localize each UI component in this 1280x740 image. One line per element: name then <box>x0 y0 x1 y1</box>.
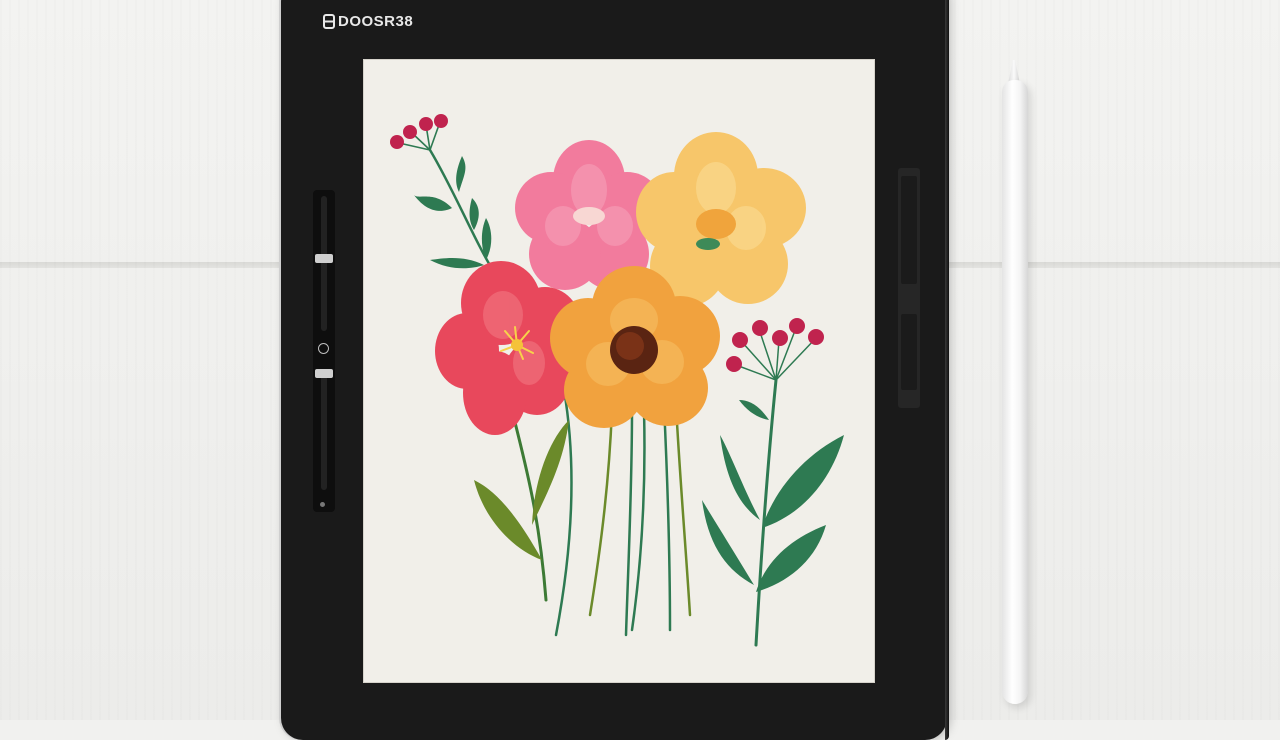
drawing-canvas[interactable] <box>364 60 874 682</box>
stylus-pencil <box>1002 80 1028 704</box>
layers-panel-handle[interactable] <box>898 168 920 408</box>
app-title: DOOSR38 <box>323 13 413 30</box>
app-title-text: DOOSR38 <box>338 13 414 30</box>
flower-artwork <box>390 114 844 647</box>
brush-size-slider[interactable] <box>321 196 327 331</box>
rail-end-dot <box>320 502 325 507</box>
app-logo-icon <box>323 14 335 29</box>
modify-button-icon[interactable] <box>318 343 329 354</box>
opacity-slider[interactable] <box>321 372 327 490</box>
opacity-thumb[interactable] <box>315 369 333 378</box>
brush-size-thumb[interactable] <box>315 254 333 263</box>
